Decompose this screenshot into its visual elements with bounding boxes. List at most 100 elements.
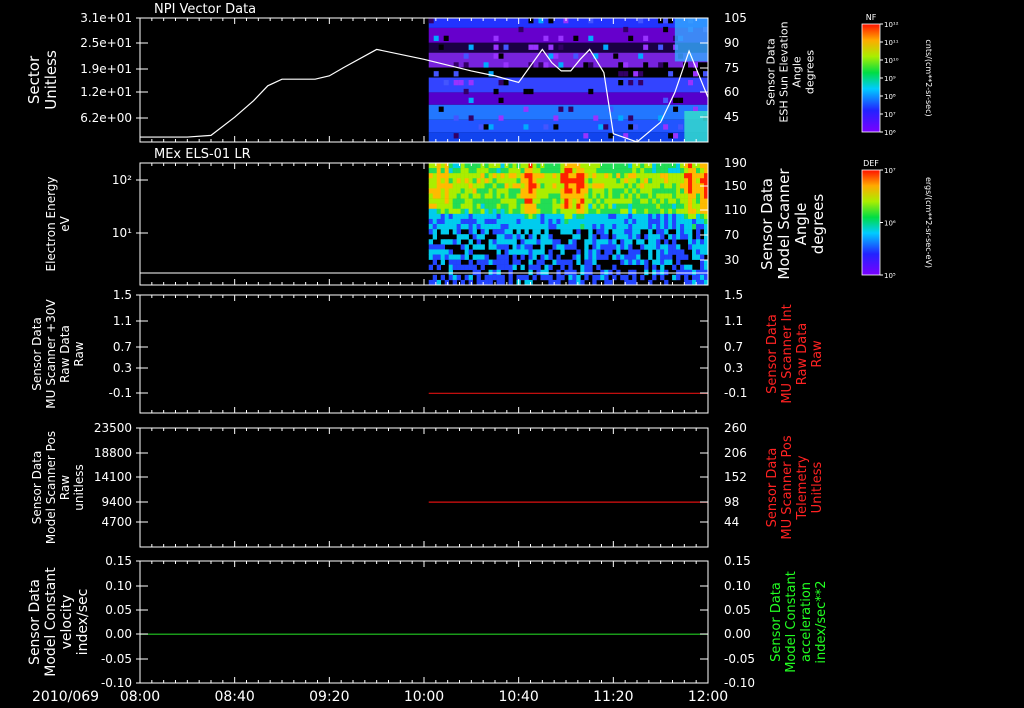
- spectrogram-cell: [612, 213, 617, 220]
- spectrogram-cell: [520, 163, 525, 169]
- spectrogram-cell: [440, 229, 445, 235]
- spectrogram-cell: [472, 234, 477, 240]
- spectrogram-cell: [640, 178, 645, 184]
- spectrogram-cell: [504, 249, 509, 255]
- spectrogram-cell: [520, 234, 525, 240]
- spectrogram-cell: [692, 188, 697, 194]
- spectrogram-cell: [592, 249, 597, 255]
- spectrogram-cell: [464, 168, 469, 174]
- spectrogram-cell: [528, 254, 533, 260]
- spectrogram-cell: [532, 183, 537, 189]
- spectrogram-cell: [480, 168, 485, 174]
- spectrogram-cell: [468, 188, 473, 194]
- time-tick-label: 08:40: [214, 689, 254, 705]
- spectrogram-cell: [580, 203, 585, 210]
- spectrogram-cell: [503, 44, 509, 50]
- spectrogram-cell: [700, 274, 705, 281]
- spectrogram-cell: [696, 274, 701, 281]
- y-tick-label: 23500: [94, 421, 132, 435]
- spectrogram-cell: [492, 173, 497, 179]
- spectrogram-cell: [568, 259, 573, 265]
- spectrogram-cell: [564, 173, 569, 179]
- spectrogram-cell: [560, 208, 565, 215]
- spectrogram-cell: [433, 35, 439, 42]
- spectrogram-cell: [608, 239, 613, 245]
- spectrogram-cell: [592, 234, 597, 240]
- spectrogram-cell: [452, 188, 457, 194]
- spectrogram-cell: [452, 178, 457, 184]
- spectrogram-cell: [492, 229, 497, 235]
- spectrogram-cell: [448, 254, 453, 260]
- spectrogram-cell: [524, 193, 529, 199]
- spectrogram-cell: [536, 203, 541, 210]
- spectrogram-cell: [660, 183, 665, 189]
- spectrogram-cell: [460, 208, 465, 215]
- spectrogram-cell: [476, 279, 481, 286]
- y-tick-label-right: 70: [724, 228, 739, 242]
- spectrogram-cell: [648, 224, 653, 230]
- spectrogram-cell: [576, 274, 581, 281]
- spectrogram-cell: [652, 264, 657, 271]
- spectrogram-cell: [536, 259, 541, 265]
- spectrogram-cell: [464, 203, 469, 210]
- spectrogram-cell: [484, 274, 489, 281]
- spectrogram-cell: [668, 244, 673, 250]
- spectrogram-cell: [548, 163, 553, 169]
- spectrogram-cell: [456, 163, 461, 169]
- spectrogram-cell: [540, 239, 545, 245]
- spectrogram-cell: [672, 168, 677, 174]
- spectrogram-cell: [452, 208, 457, 215]
- spectrogram-cell: [632, 203, 637, 210]
- spectrogram-cell: [444, 198, 449, 204]
- spectrogram-cell: [632, 229, 637, 235]
- spectrogram-cell: [544, 234, 549, 240]
- spectrogram-cell: [492, 224, 497, 230]
- spectrogram-cell: [476, 163, 481, 169]
- spectrogram-cell: [618, 80, 624, 86]
- spectrogram-cell: [632, 178, 637, 184]
- spectrogram-cell: [572, 254, 577, 260]
- spectrogram-cell: [504, 173, 509, 179]
- spectrogram-cell: [512, 249, 517, 255]
- spectrogram-cell: [520, 244, 525, 250]
- panel-frame: [139, 427, 709, 548]
- spectrogram-cell: [476, 203, 481, 210]
- spectrogram-cell: [468, 213, 473, 220]
- spectrogram-cell: [700, 193, 705, 199]
- spectrogram-cell: [652, 178, 657, 184]
- spectrogram-cell: [556, 279, 561, 286]
- spectrogram-cell: [596, 213, 601, 220]
- panel-els: MEx ELS-01 LR10²10¹1901501107030Electron…: [44, 147, 933, 286]
- spectrogram-cell: [580, 188, 585, 194]
- spectrogram-cell: [504, 183, 509, 189]
- spectrogram-cell: [500, 229, 505, 235]
- spectrogram-cell: [516, 259, 521, 265]
- spectrogram-cell: [640, 163, 645, 169]
- spectrogram-cell: [508, 218, 513, 225]
- spectrogram-cell: [620, 208, 625, 215]
- spectrogram-cell: [620, 188, 625, 194]
- spectrogram-cell: [496, 173, 501, 179]
- spectrogram-cell: [452, 183, 457, 189]
- spectrogram-cell: [528, 88, 534, 95]
- spectrogram-cell: [432, 213, 438, 220]
- spectrogram-cell: [496, 198, 501, 204]
- spectrogram-cell: [696, 269, 701, 276]
- spectrogram-cell: [544, 203, 549, 210]
- spectrogram-cell: [452, 168, 457, 174]
- spectrogram-cell: [688, 224, 693, 230]
- spectrogram-cell: [632, 173, 637, 179]
- y-tick-label-right: 206: [724, 446, 747, 460]
- spectrogram-cell: [492, 274, 497, 281]
- spectrogram-cell: [684, 229, 689, 235]
- spectrogram-cell: [580, 208, 585, 215]
- spectrogram-cell: [524, 279, 529, 286]
- spectrogram-cell: [604, 269, 609, 276]
- spectrogram-cell: [668, 183, 673, 189]
- spectrogram-cell: [656, 178, 661, 184]
- spectrogram-cell: [648, 198, 653, 204]
- spectrogram-cell: [496, 244, 501, 250]
- spectrogram-cell: [636, 188, 641, 194]
- spectrogram-cell: [672, 208, 677, 215]
- spectrogram-cell: [564, 183, 569, 189]
